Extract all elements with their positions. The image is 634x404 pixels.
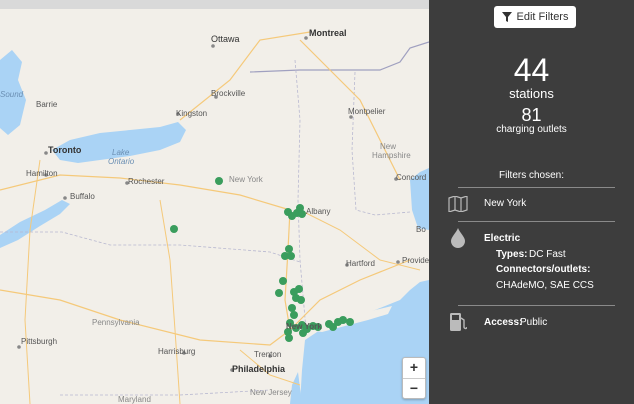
filter-location: New York bbox=[484, 198, 527, 209]
map-label-new: New bbox=[380, 142, 397, 151]
map-label-rochester: Rochester bbox=[128, 177, 165, 186]
map-label-montreal: Montreal bbox=[309, 28, 347, 38]
filter-fuel-title: Electric bbox=[484, 233, 521, 244]
filter-access-label: Access: bbox=[484, 317, 523, 328]
map-label-providence: Provide bbox=[402, 256, 429, 265]
map-label-maryland: Maryland bbox=[118, 395, 151, 404]
fuel-drop-icon bbox=[451, 228, 465, 248]
filter-types-label: Types: bbox=[496, 249, 528, 260]
edit-filters-label: Edit Filters bbox=[516, 11, 569, 23]
station-marker bbox=[295, 285, 303, 293]
map-label-new-york-city: New York bbox=[286, 322, 322, 331]
map-label-philadelphia: Philadelphia bbox=[232, 364, 286, 374]
edit-filters-button[interactable]: Edit Filters bbox=[494, 6, 576, 28]
map-label-montpelier: Montpelier bbox=[348, 107, 386, 116]
map-label-brockville: Brockville bbox=[211, 89, 246, 98]
station-marker bbox=[279, 277, 287, 285]
station-marker bbox=[298, 210, 306, 218]
station-marker bbox=[339, 316, 347, 324]
map-label-hampshire: Hampshire bbox=[372, 151, 411, 160]
filters-heading: Filters chosen: bbox=[498, 170, 565, 181]
filter-types-value: DC Fast bbox=[529, 249, 566, 260]
station-marker bbox=[275, 289, 283, 297]
station-marker bbox=[346, 318, 354, 326]
map-label-boston: Bo bbox=[416, 225, 426, 234]
map-label-pittsburgh: Pittsburgh bbox=[21, 337, 58, 346]
map-label-harrisburg: Harrisburg bbox=[158, 347, 196, 356]
filter-icon bbox=[501, 12, 512, 22]
station-marker bbox=[285, 334, 293, 342]
zoom-in-button[interactable]: + bbox=[403, 358, 425, 379]
station-marker bbox=[170, 225, 178, 233]
station-marker bbox=[290, 311, 298, 319]
gas-pump-icon bbox=[450, 313, 467, 331]
divider bbox=[458, 221, 615, 222]
map-label-toronto: Toronto bbox=[48, 145, 82, 155]
map-basemap bbox=[0, 31, 429, 404]
map-label-barrie: Barrie bbox=[36, 100, 58, 109]
filter-connectors-value: CHAdeMO, SAE CCS bbox=[496, 280, 594, 291]
map-label-trenton: Trenton bbox=[254, 350, 282, 359]
map-view[interactable]: Ottawa Montreal Brockville Kingston Mont… bbox=[0, 0, 429, 404]
results-panel: Edit Filters 44 stations 81 charging out… bbox=[429, 0, 634, 404]
filter-connectors-label: Connectors/outlets: bbox=[496, 264, 591, 275]
station-marker bbox=[215, 177, 223, 185]
divider bbox=[458, 305, 615, 306]
map-label-new-york-state: New York bbox=[229, 175, 263, 184]
divider bbox=[458, 187, 615, 188]
station-marker bbox=[288, 304, 296, 312]
station-marker bbox=[287, 252, 295, 260]
map-label-ontario: Ontario bbox=[108, 157, 135, 166]
outlet-count-label: charging outlets bbox=[496, 124, 567, 135]
map-label-buffalo: Buffalo bbox=[70, 192, 95, 201]
map-label-concord: Concord bbox=[396, 173, 427, 182]
zoom-out-button[interactable]: − bbox=[403, 379, 425, 399]
map-icon bbox=[448, 196, 468, 212]
map-label-hartford: Hartford bbox=[346, 259, 375, 268]
zoom-control: + − bbox=[402, 357, 426, 399]
map-label-sound: Sound bbox=[0, 90, 24, 99]
map-label-new-jersey: New Jersey bbox=[250, 388, 292, 397]
outlet-count: 81 bbox=[521, 105, 542, 125]
map-label-albany: Albany bbox=[306, 207, 331, 216]
map-label-lake: Lake bbox=[112, 148, 130, 157]
map-label-kingston: Kingston bbox=[176, 109, 208, 118]
filter-access-value: Public bbox=[520, 317, 548, 328]
map-label-hamilton: Hamilton bbox=[26, 169, 58, 178]
map-label-pennsylvania: Pennsylvania bbox=[92, 318, 140, 327]
station-marker bbox=[285, 245, 293, 253]
map-label-ottawa: Ottawa bbox=[211, 34, 240, 44]
station-count: 44 bbox=[513, 52, 550, 88]
station-marker bbox=[297, 296, 305, 304]
station-count-label: stations bbox=[509, 86, 554, 101]
